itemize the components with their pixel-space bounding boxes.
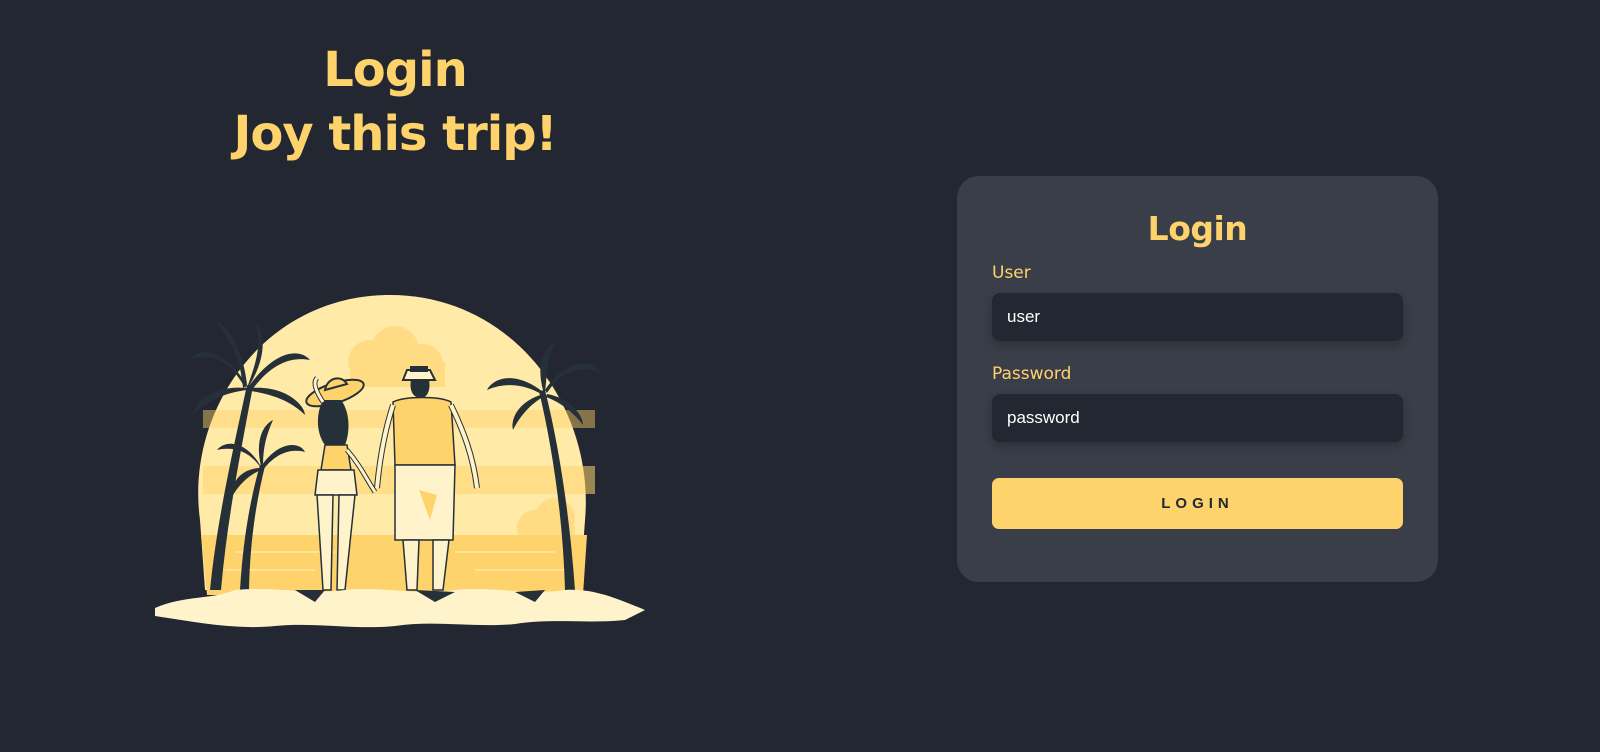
login-card-title: Login: [1147, 209, 1248, 248]
login-page: Login Joy this trip! Login User user Pas…: [0, 0, 1600, 752]
hero-title-line2: Joy this trip!: [233, 106, 557, 162]
password-label: Password: [992, 364, 1072, 384]
login-card: Login User Password LOGIN: [957, 176, 1438, 582]
user-label: User: [992, 263, 1031, 283]
hero-heading: Login Joy this trip!: [190, 38, 600, 166]
hero-title-line1: Login: [323, 42, 468, 98]
password-input[interactable]: [992, 394, 1403, 442]
user-input[interactable]: [992, 293, 1403, 341]
beach-couple-illustration: [155, 295, 645, 628]
login-button[interactable]: LOGIN: [992, 478, 1403, 529]
